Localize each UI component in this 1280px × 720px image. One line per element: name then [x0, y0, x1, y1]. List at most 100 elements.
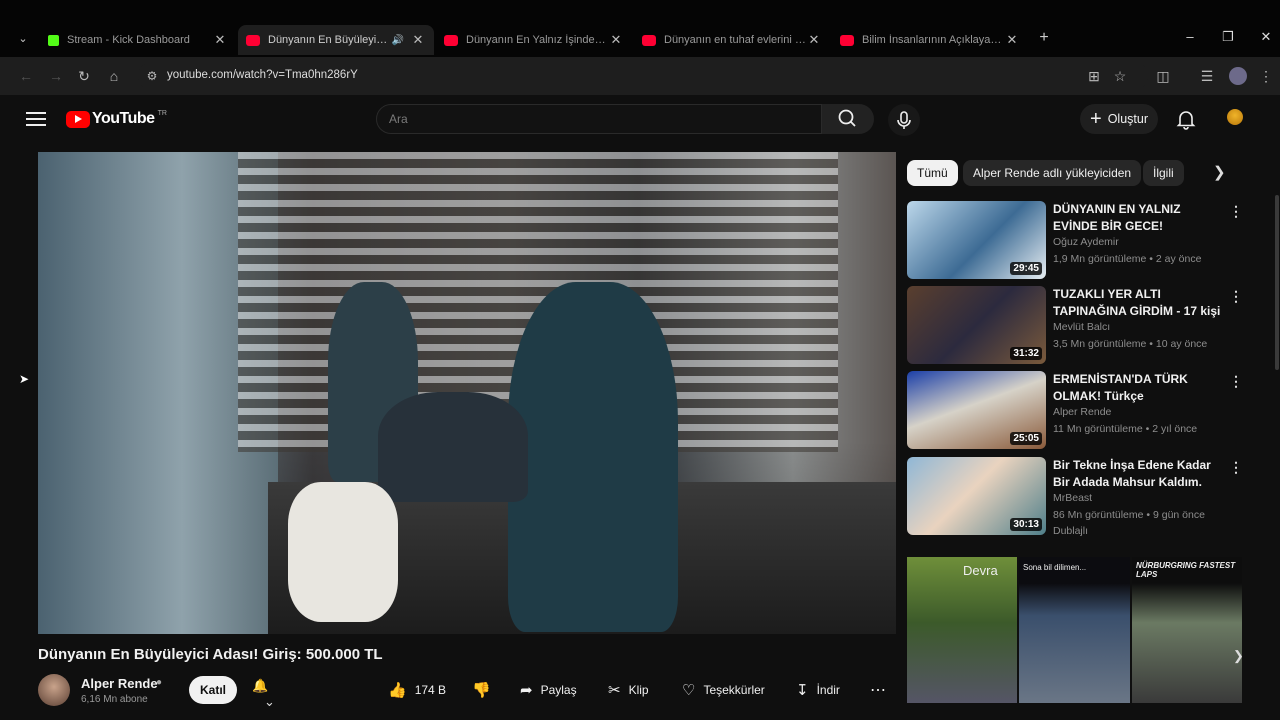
- chevron-right-icon[interactable]: ❯: [1213, 163, 1226, 181]
- youtube-icon: [444, 34, 458, 46]
- more-options-icon[interactable]: ⋮: [1229, 459, 1243, 476]
- more-options-icon[interactable]: ⋮: [1229, 288, 1243, 305]
- channel-avatar[interactable]: [38, 674, 70, 706]
- search-icon: [838, 109, 856, 127]
- video-thumbnail[interactable]: 30:13: [907, 457, 1046, 535]
- shelf-card-caption: NÜRBURGRING FASTEST LAPS: [1136, 561, 1236, 579]
- new-tab-button[interactable]: +: [1034, 29, 1054, 47]
- search-box[interactable]: [376, 104, 822, 134]
- video-title: Dünyanın En Büyüleyici Adası! Giriş: 500…: [38, 646, 383, 663]
- media-control-icon[interactable]: ☰: [1197, 66, 1217, 86]
- maximize-icon[interactable]: ❐: [1218, 29, 1238, 45]
- chevron-right-icon[interactable]: ❯: [1233, 648, 1244, 664]
- tab-video-3[interactable]: Dünyanın en tuhaf evlerini ziya ✕: [634, 25, 830, 55]
- minimize-icon[interactable]: –: [1180, 29, 1200, 44]
- recommendation-item[interactable]: 30:13 Bir Tekne İnşa Edene Kadar Bir Ada…: [907, 457, 1247, 537]
- home-icon[interactable]: ⌂: [104, 66, 124, 86]
- close-icon[interactable]: ✕: [608, 32, 624, 48]
- dubbed-badge: Dublajlı: [1053, 525, 1089, 537]
- share-button[interactable]: ➦ Paylaş: [520, 676, 577, 704]
- speaker-icon[interactable]: 🔊: [392, 35, 404, 46]
- address-bar[interactable]: ⚙ youtube.com/watch?v=Tma0hn286rY: [138, 62, 1148, 90]
- video-thumbnail[interactable]: 31:32: [907, 286, 1046, 364]
- recommendation-meta: 1,9 Mn görüntüleme • 2 ay önce: [1053, 253, 1202, 265]
- recommendation-title[interactable]: ERMENİSTAN'DA TÜRK OLMAK! Türkçe konuştu…: [1053, 371, 1223, 405]
- recommendation-title[interactable]: DÜNYANIN EN YALNIZ EVİNDE BİR GECE!: [1053, 201, 1223, 235]
- recommendation-title[interactable]: TUZAKLI YER ALTI TAPINAĞINA GİRDİM - 17 …: [1053, 286, 1223, 320]
- user-avatar[interactable]: [1227, 109, 1243, 125]
- back-icon[interactable]: ←: [16, 66, 36, 86]
- tab-title: Stream - Kick Dashboard: [67, 34, 190, 46]
- reload-icon[interactable]: ↻: [74, 66, 94, 86]
- dislike-button[interactable]: 👎: [472, 676, 499, 704]
- recommendation-item[interactable]: 25:05 ERMENİSTAN'DA TÜRK OLMAK! Türkçe k…: [907, 371, 1247, 449]
- shelf-card[interactable]: Devra: [907, 557, 1017, 703]
- close-icon[interactable]: ✕: [212, 32, 228, 48]
- more-options-icon[interactable]: ⋮: [1229, 373, 1243, 390]
- masthead: YouTube TR + Oluştur: [0, 95, 1280, 143]
- recommendation-item[interactable]: 31:32 TUZAKLI YER ALTI TAPINAĞINA GİRDİM…: [907, 286, 1247, 364]
- thanks-button[interactable]: ♡ Teşekkürler: [682, 676, 765, 704]
- menu-icon[interactable]: [26, 109, 46, 129]
- notifications-button[interactable]: [1174, 107, 1198, 131]
- join-button[interactable]: Katıl: [189, 676, 237, 704]
- video-player[interactable]: [38, 152, 896, 634]
- more-options-icon[interactable]: ⋮: [1229, 203, 1243, 220]
- video-thumbnail[interactable]: 25:05: [907, 371, 1046, 449]
- like-button[interactable]: 👍 174 B: [388, 676, 446, 704]
- recommendation-channel[interactable]: Oğuz Aydemir: [1053, 236, 1119, 248]
- install-app-icon[interactable]: ⊞: [1084, 66, 1104, 86]
- chip-related[interactable]: İlgili: [1143, 160, 1184, 186]
- shelf-card[interactable]: Sona bil dilimen...: [1019, 557, 1130, 703]
- youtube-icon: [246, 34, 260, 46]
- voice-search-button[interactable]: [888, 104, 920, 136]
- tab-search-button[interactable]: ⌄: [10, 28, 36, 50]
- close-icon[interactable]: ✕: [806, 32, 822, 48]
- youtube-icon: [840, 34, 854, 46]
- subscriber-count: 6,16 Mn abone: [81, 694, 148, 705]
- chip-from-uploader[interactable]: Alper Rende adlı yükleyiciden: [963, 160, 1142, 186]
- url-text[interactable]: youtube.com/watch?v=Tma0hn286rY: [167, 69, 358, 81]
- thumbs-up-icon: 👍: [388, 682, 407, 699]
- scrollbar[interactable]: [1275, 195, 1279, 370]
- related-chips: Tümü Alper Rende adlı yükleyiciden İlgil…: [907, 160, 1237, 186]
- shelf-card[interactable]: NÜRBURGRING FASTEST LAPS: [1132, 557, 1242, 703]
- channel-name[interactable]: Alper Rende: [81, 676, 158, 691]
- site-info-icon[interactable]: ⚙: [144, 68, 160, 84]
- bookmark-star-icon[interactable]: ☆: [1110, 66, 1130, 86]
- extensions-icon[interactable]: ◫: [1153, 66, 1173, 86]
- search-input[interactable]: [389, 112, 809, 126]
- search-button[interactable]: [822, 104, 874, 134]
- recommendation-item[interactable]: 29:45 DÜNYANIN EN YALNIZ EVİNDE BİR GECE…: [907, 201, 1247, 279]
- recommendation-channel[interactable]: Mevlüt Balcı: [1053, 321, 1110, 333]
- more-actions-icon[interactable]: ⋯: [870, 680, 886, 700]
- video-thumbnail[interactable]: 29:45: [907, 201, 1046, 279]
- subscription-bell-button[interactable]: 🔔 ⌄: [252, 678, 292, 709]
- microphone-icon: [897, 111, 911, 129]
- duration-badge: 29:45: [1010, 262, 1042, 275]
- youtube-logo[interactable]: YouTube TR: [66, 110, 167, 128]
- close-icon[interactable]: ✕: [410, 32, 426, 48]
- browser-menu-icon[interactable]: ⋮: [1256, 66, 1276, 86]
- clip-button[interactable]: ✂ Klip: [608, 676, 649, 704]
- tab-video-2[interactable]: Dünyanın En Yalnız İşinde Hay ✕: [436, 25, 632, 55]
- tab-video-4[interactable]: Bilim İnsanlarının Açıklayamad ✕: [832, 25, 1028, 55]
- tab-title: Bilim İnsanlarının Açıklayamad: [862, 34, 1004, 46]
- tab-active-video[interactable]: Dünyanın En Büyüleyici Adası! 🔊 ✕: [238, 25, 434, 55]
- recommendation-channel[interactable]: MrBeast: [1053, 492, 1092, 504]
- youtube-play-icon: [66, 110, 90, 128]
- tab-kick-dashboard[interactable]: Stream - Kick Dashboard ✕: [40, 25, 236, 55]
- recommendation-channel[interactable]: Alper Rende: [1053, 406, 1111, 418]
- recommendation-title[interactable]: Bir Tekne İnşa Edene Kadar Bir Adada Mah…: [1053, 457, 1223, 491]
- profile-avatar[interactable]: [1229, 67, 1247, 85]
- chip-all[interactable]: Tümü: [907, 160, 958, 186]
- verified-icon: ●: [156, 677, 163, 688]
- download-button[interactable]: ↧ İndir: [796, 676, 840, 704]
- close-icon[interactable]: ✕: [1004, 32, 1020, 48]
- close-window-icon[interactable]: ✕: [1256, 29, 1276, 45]
- create-button[interactable]: + Oluştur: [1080, 104, 1158, 134]
- video-owner-row: Alper Rende ● 6,16 Mn abone Katıl 🔔 ⌄ 👍 …: [38, 672, 898, 720]
- bell-icon: 🔔: [252, 678, 269, 693]
- logo-text: YouTube: [92, 110, 155, 127]
- forward-icon[interactable]: →: [46, 66, 66, 86]
